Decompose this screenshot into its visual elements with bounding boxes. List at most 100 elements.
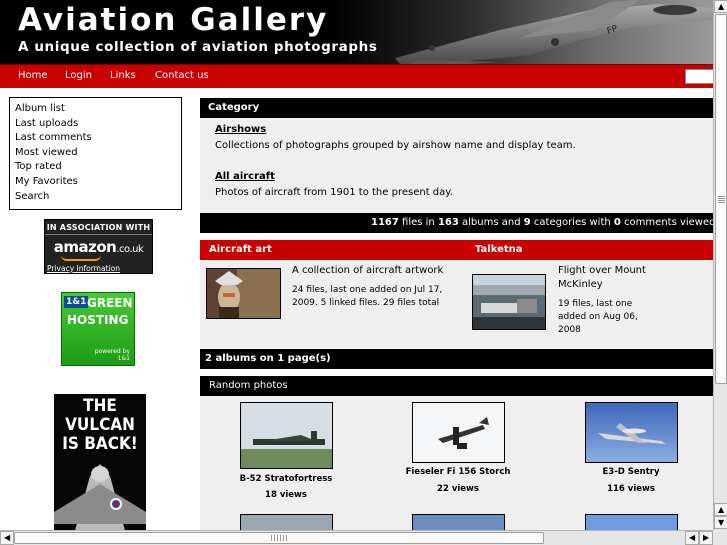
aircraft-art-image: [207, 269, 280, 318]
nav-home-link[interactable]: Home: [18, 70, 48, 81]
photo-row2-thumbnail-3[interactable]: [585, 514, 678, 530]
album-aircraft-art-link[interactable]: Aircraft art: [209, 244, 272, 255]
typhoon-jet-image: FP: [395, 0, 713, 64]
photo-b52-title: B-52 Stratofortress: [239, 474, 333, 484]
stats-albums-count: 163: [437, 217, 459, 228]
horizontal-grip-icon: [271, 535, 287, 541]
sidebar-most-viewed-link[interactable]: Most viewed: [15, 146, 176, 161]
photo-e3d-views: 116 views: [607, 484, 655, 494]
album-header-bar: Aircraft art Talketna: [200, 240, 713, 260]
scroll-down-button[interactable]: ▼: [714, 516, 727, 529]
hosting-powered-by: powered by 1&1: [95, 348, 130, 362]
talketna-image: [473, 275, 545, 329]
hosting-brand-logo: 1&1: [64, 296, 89, 308]
amazon-domain: .co.uk: [116, 244, 144, 255]
horizontal-scroll-thumb[interactable]: [14, 532, 544, 544]
sidebar-top-rated-link[interactable]: Top rated: [15, 160, 176, 175]
album-aircraft-art-info-line2: 2009. 5 linked files. 29 files total: [292, 298, 440, 308]
amazon-smile-icon: [61, 255, 101, 261]
category-panel: Airshows Collections of photographs grou…: [200, 118, 713, 213]
gallery-stats-bar: 1167 files in 163 albums and 9 categorie…: [200, 213, 713, 233]
photo-storch-views: 22 views: [437, 484, 479, 494]
album-talketna-description-line1: Flight over Mount: [558, 265, 646, 276]
vulcan-ad-line3: IS BACK!: [62, 434, 138, 454]
vulcan-ad-line1: THE: [83, 396, 117, 416]
vertical-scrollbar[interactable]: ▲ ▲ ▼: [713, 0, 727, 530]
stats-comments-count: 0: [613, 217, 621, 228]
stats-albums-label: albums and: [462, 217, 521, 228]
category-all-aircraft-link[interactable]: All aircraft: [215, 171, 275, 182]
album-pagination-bar: 2 albums on 1 page(s): [200, 349, 713, 369]
photo-b52-thumbnail[interactable]: [240, 402, 333, 469]
right-arrow-icon: ▶: [703, 533, 710, 542]
nav-login-link[interactable]: Login: [65, 70, 92, 81]
scroll-right-button[interactable]: ▶: [699, 531, 713, 545]
scroll-up-button[interactable]: ▲: [714, 0, 727, 13]
photo-row2-thumbnail-2[interactable]: [412, 514, 505, 530]
random-photos-panel: B-52 Stratofortress 18 views Fieseler Fi…: [200, 396, 713, 530]
category-airshows-link[interactable]: Airshows: [215, 124, 266, 135]
photo-b52-views: 18 views: [265, 490, 307, 500]
sidebar-search-link[interactable]: Search: [15, 190, 176, 205]
up-arrow-icon: ▲: [718, 2, 725, 11]
album-aircraft-art-info-line1: 24 files, last one added on Jul 17,: [292, 285, 443, 295]
nav-bar: Home Login Links Contact us: [0, 64, 713, 88]
vertical-grip-icon: [718, 196, 725, 204]
e3d-sentry-image: [586, 403, 677, 462]
gallery-stats-text: 1167 files in 163 albums and 9 categorie…: [371, 217, 713, 228]
vertical-scroll-thumb[interactable]: [715, 14, 727, 384]
green-hosting-ad[interactable]: 1&1 GREEN HOSTING powered by 1&1: [61, 292, 135, 366]
vulcan-bomber-image: [54, 464, 146, 530]
photo-storch-title: Fieseler Fi 156 Storch: [405, 467, 511, 477]
album-aircraft-art-description: A collection of aircraft artwork: [292, 265, 444, 276]
album-talketna-info-line2: added on Aug 06,: [558, 312, 638, 322]
sidebar-my-favorites-link[interactable]: My Favorites: [15, 175, 176, 190]
vulcan-ad-banner[interactable]: THE VULCAN IS BACK!: [54, 394, 146, 530]
hosting-ad-line1: GREEN: [87, 296, 133, 310]
down-arrow-icon: ▼: [718, 518, 725, 527]
storch-image: [413, 403, 504, 462]
category-airshows-description: Collections of photographs grouped by ai…: [215, 140, 576, 151]
site-tagline: A unique collection of aviation photogra…: [18, 39, 378, 55]
photo-row2-thumbnail-1[interactable]: [240, 514, 333, 530]
sidebar-last-uploads-link[interactable]: Last uploads: [15, 117, 176, 132]
album-talketna-info: 19 files, last one added on Aug 06, 2008: [558, 298, 638, 337]
stats-categories-count: 9: [523, 217, 531, 228]
nav-search-input[interactable]: [685, 69, 713, 84]
album-aircraft-art-thumbnail[interactable]: [206, 268, 281, 319]
album-talketna-description: Flight over Mount McKinley: [558, 264, 668, 292]
hosting-ad-line2: HOSTING: [67, 313, 129, 327]
sidebar-album-list-link[interactable]: Album list: [15, 102, 176, 117]
left-arrow-icon-right: ◀: [689, 533, 696, 542]
sidebar-last-comments-link[interactable]: Last comments: [15, 131, 176, 146]
up-arrow-icon-lower: ▲: [718, 505, 725, 514]
sidebar-menu: Album list Last uploads Last comments Mo…: [9, 97, 182, 210]
stats-files-label: files in: [402, 217, 435, 228]
amazon-privacy-link[interactable]: Privacy Information: [47, 264, 120, 273]
nav-contact-link[interactable]: Contact us: [155, 70, 209, 81]
album-talketna-info-line1: 19 files, last one: [558, 299, 633, 309]
photo-e3d-thumbnail[interactable]: [585, 402, 678, 463]
site-title: Aviation Gallery: [18, 2, 329, 38]
amazon-ad-banner[interactable]: IN ASSOCIATION WITH amazon.co.uk Privacy…: [44, 219, 153, 274]
albums-panel: A collection of aircraft artwork 24 file…: [200, 260, 713, 348]
amazon-ad-headline: IN ASSOCIATION WITH: [46, 223, 151, 232]
stats-files-count: 1167: [371, 217, 399, 228]
photo-storch-thumbnail[interactable]: [412, 402, 505, 463]
amazon-logo: amazon.co.uk: [45, 238, 152, 256]
scroll-left-button[interactable]: ◀: [0, 531, 14, 545]
amazon-brand: amazon: [53, 238, 117, 256]
stats-categories-label: categories with: [533, 217, 611, 228]
scrollbar-corner: [713, 530, 727, 545]
scroll-left-button-right[interactable]: ◀: [685, 531, 699, 545]
album-talketna-link[interactable]: Talketna: [475, 244, 523, 255]
category-header: Category: [200, 98, 713, 118]
horizontal-scrollbar[interactable]: ◀ ◀ ▶: [0, 530, 713, 545]
album-talketna-thumbnail[interactable]: [472, 274, 546, 330]
photo-e3d-title: E3-D Sentry: [602, 467, 660, 477]
site-header: FP Aviation Gallery A unique collection …: [0, 0, 713, 64]
hosting-powered-label: powered by: [94, 348, 130, 355]
browser-viewport: FP Aviation Gallery A unique collection …: [0, 0, 713, 530]
nav-links-link[interactable]: Links: [110, 70, 136, 81]
scroll-up-button-lower[interactable]: ▲: [714, 503, 727, 516]
